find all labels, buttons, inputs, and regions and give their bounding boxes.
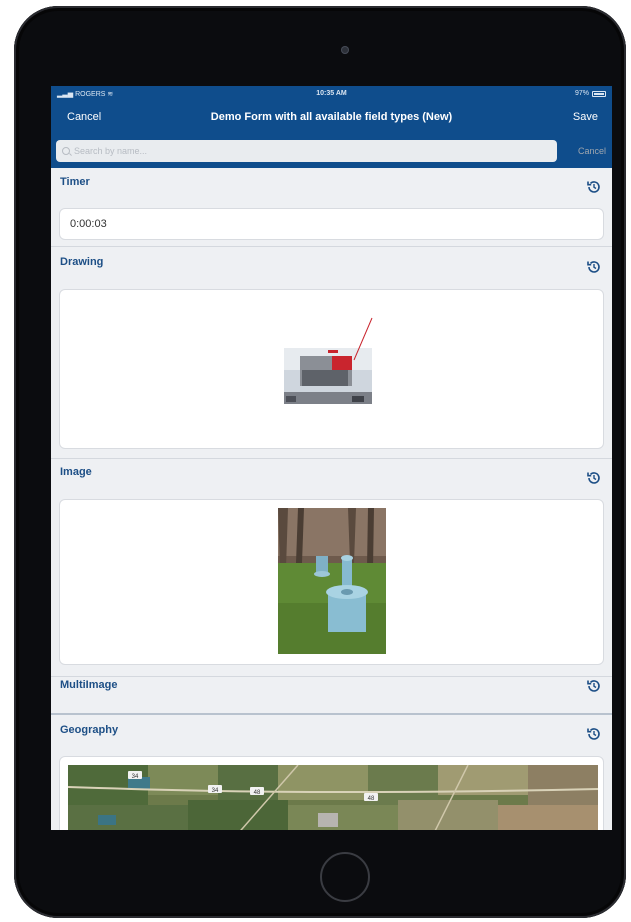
- geography-field[interactable]: 34 34 48 48: [59, 756, 604, 830]
- field-divider: [51, 713, 612, 715]
- status-bar: ▂▃▅ ROGERS ≋ 10:35 AM 97%: [51, 86, 612, 102]
- history-icon[interactable]: [585, 178, 603, 196]
- field-divider: [51, 246, 612, 247]
- search-placeholder: Search by name...: [74, 146, 148, 156]
- home-button[interactable]: [320, 852, 370, 902]
- field-divider: [51, 676, 612, 677]
- history-icon[interactable]: [585, 469, 603, 487]
- history-icon[interactable]: [585, 677, 603, 695]
- image-field[interactable]: [59, 499, 604, 665]
- timer-value: 0:00:03: [70, 218, 107, 230]
- map-route-label: 34: [212, 788, 219, 794]
- timer-input[interactable]: 0:00:03: [59, 208, 604, 240]
- save-button[interactable]: Save: [573, 111, 598, 123]
- satellite-map[interactable]: 34 34 48 48: [68, 765, 598, 830]
- field-divider: [51, 458, 612, 459]
- drawing-label: Drawing: [60, 256, 104, 268]
- map-route-label: 48: [368, 796, 375, 802]
- search-input[interactable]: Search by name...: [56, 140, 557, 162]
- geography-label: Geography: [60, 724, 119, 736]
- search-cancel-button[interactable]: Cancel: [578, 146, 606, 156]
- history-icon[interactable]: [585, 725, 603, 743]
- search-bar: Search by name... Cancel: [51, 132, 612, 168]
- front-camera: [341, 46, 349, 54]
- status-right: 97%: [575, 90, 606, 97]
- timer-label: Timer: [60, 176, 90, 188]
- multiimage-label: MultiImage: [60, 679, 118, 691]
- battery-icon: [592, 90, 606, 97]
- battery-percent: 97%: [574, 90, 589, 97]
- image-photo: [278, 508, 386, 654]
- history-icon[interactable]: [585, 258, 603, 276]
- drawing-canvas[interactable]: [59, 289, 604, 449]
- search-icon: [62, 147, 70, 155]
- navigation-bar: Cancel Demo Form with all available fiel…: [51, 102, 612, 132]
- status-time: 10:35 AM: [316, 90, 347, 97]
- app-screen: ▂▃▅ ROGERS ≋ 10:35 AM 97% Cancel Demo Fo…: [51, 86, 612, 830]
- map-route-label: 34: [132, 774, 139, 780]
- form-title: Demo Form with all available field types…: [210, 111, 453, 123]
- image-label: Image: [60, 466, 92, 478]
- map-route-label: 48: [254, 790, 261, 796]
- drawing-thumbnail: [284, 317, 373, 404]
